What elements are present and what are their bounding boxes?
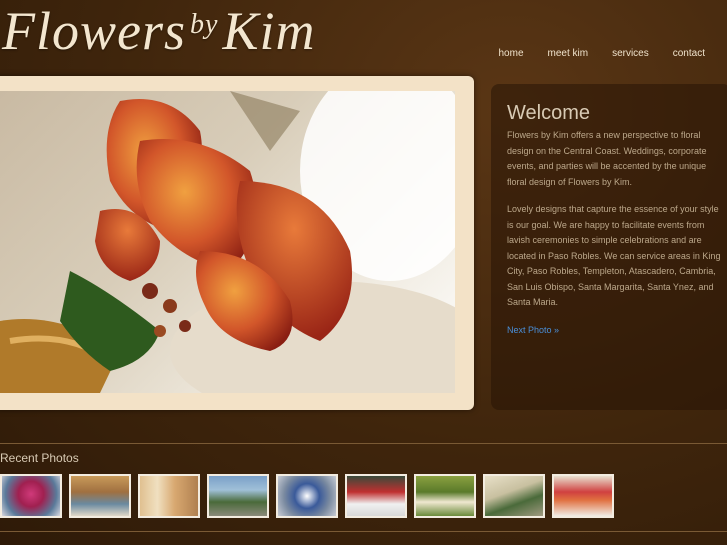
nav-home[interactable]: home bbox=[486, 46, 535, 61]
nav-services[interactable]: services bbox=[600, 46, 661, 61]
welcome-paragraph-2: Lovely designs that capture the essence … bbox=[507, 204, 721, 307]
section-divider bbox=[0, 443, 727, 444]
welcome-title: Welcome bbox=[507, 102, 590, 124]
welcome-text: Flowers by Kim offers a new perspective … bbox=[507, 128, 725, 350]
featured-photo bbox=[0, 91, 455, 393]
recent-photo-thumbnail[interactable] bbox=[0, 474, 62, 518]
recent-photo-thumbnail[interactable] bbox=[276, 474, 338, 518]
recent-photo-thumbnail[interactable] bbox=[207, 474, 269, 518]
recent-photo-thumbnail[interactable] bbox=[69, 474, 131, 518]
calla-lily-bouquet-image bbox=[0, 91, 455, 393]
welcome-paragraph-1: Flowers by Kim offers a new perspective … bbox=[507, 130, 707, 187]
recent-photo-thumbnail[interactable] bbox=[138, 474, 200, 518]
next-photo-link[interactable]: Next Photo » bbox=[507, 325, 559, 335]
recent-photo-thumbnail[interactable] bbox=[483, 474, 545, 518]
recent-photo-thumbnail[interactable] bbox=[345, 474, 407, 518]
recent-photos-title: Recent Photos bbox=[0, 451, 79, 465]
nav-contact[interactable]: contact bbox=[661, 46, 717, 61]
logo-text-kim: Kim bbox=[222, 1, 316, 61]
site-header: Flowers byKim home meet kim services cont… bbox=[0, 0, 727, 80]
recent-photo-thumbnail[interactable] bbox=[552, 474, 614, 518]
nav-meet-kim[interactable]: meet kim bbox=[536, 46, 601, 61]
recent-photo-thumbnail[interactable] bbox=[414, 474, 476, 518]
footer-divider bbox=[0, 531, 727, 532]
logo-text-by: by bbox=[190, 9, 219, 40]
main-nav: home meet kim services contact bbox=[486, 46, 717, 61]
site-logo[interactable]: Flowers byKim bbox=[2, 0, 315, 62]
logo-text-flowers: Flowers bbox=[2, 1, 187, 61]
recent-photos-strip bbox=[0, 474, 614, 518]
